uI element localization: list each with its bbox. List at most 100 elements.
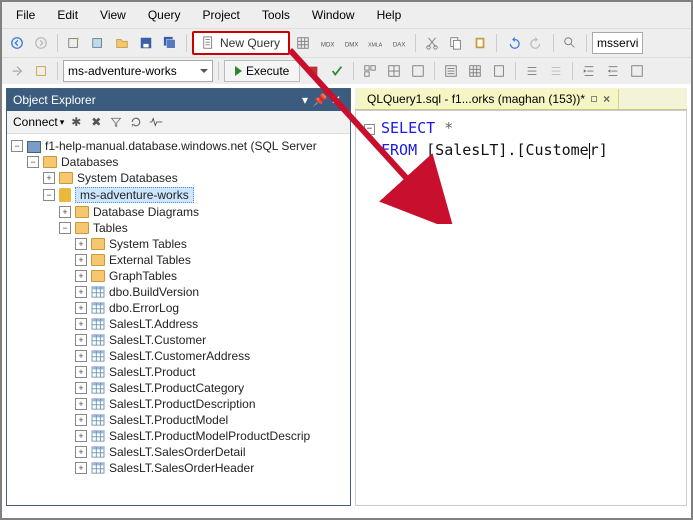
tree-system-databases-node[interactable]: + System Databases (7, 170, 350, 186)
results-to-file-icon[interactable] (488, 60, 510, 82)
menu-tools[interactable]: Tools (252, 4, 300, 26)
tree-table-node[interactable]: +SalesLT.Customer (7, 332, 350, 348)
save-all-icon[interactable] (159, 32, 181, 54)
tree-databases-node[interactable]: − Databases (7, 154, 350, 170)
tree-table-node[interactable]: +SalesLT.Product (7, 364, 350, 380)
expand-icon[interactable]: + (75, 414, 87, 426)
expand-icon[interactable]: + (75, 462, 87, 474)
new-solution-icon[interactable] (63, 32, 85, 54)
xmla-query-icon[interactable]: XMLA (364, 32, 386, 54)
parse-icon[interactable] (326, 60, 348, 82)
comment-icon[interactable] (521, 60, 543, 82)
menu-edit[interactable]: Edit (47, 4, 88, 26)
sql-server-combo[interactable]: msservi (592, 32, 643, 54)
dmx-query-icon[interactable]: DMX (340, 32, 362, 54)
change-connection-icon[interactable] (30, 60, 52, 82)
tree-graph-tables-node[interactable]: + GraphTables (7, 268, 350, 284)
expand-icon[interactable]: + (75, 382, 87, 394)
menu-project[interactable]: Project (193, 4, 250, 26)
nav-back-icon[interactable] (6, 32, 28, 54)
include-stats-icon[interactable] (407, 60, 429, 82)
disconnect-icon[interactable]: ✱ (68, 114, 84, 130)
menu-file[interactable]: File (6, 4, 45, 26)
tree-table-node[interactable]: +SalesLT.SalesOrderDetail (7, 444, 350, 460)
sql-editor[interactable]: −SELECT * FROM [SalesLT].[Customer] (355, 110, 687, 506)
expand-icon[interactable]: + (75, 334, 87, 346)
collapse-icon[interactable]: − (27, 156, 39, 168)
expand-icon[interactable]: + (75, 318, 87, 330)
tree-selected-db-node[interactable]: − ms-adventure-works (7, 186, 350, 204)
menu-help[interactable]: Help (367, 4, 412, 26)
tree-table-node[interactable]: +SalesLT.CustomerAddress (7, 348, 350, 364)
tree-external-tables-node[interactable]: + External Tables (7, 252, 350, 268)
collapse-icon[interactable]: − (43, 189, 55, 201)
filter-icon[interactable] (108, 114, 124, 130)
tree-server-node[interactable]: − f1-help-manual.database.windows.net (S… (7, 138, 350, 154)
include-plan-icon[interactable] (383, 60, 405, 82)
object-explorer-tree[interactable]: − f1-help-manual.database.windows.net (S… (7, 134, 350, 505)
uncomment-icon[interactable] (545, 60, 567, 82)
results-to-grid-icon[interactable] (464, 60, 486, 82)
dax-query-icon[interactable]: DAX (388, 32, 410, 54)
menu-query[interactable]: Query (138, 4, 191, 26)
expand-icon[interactable]: + (75, 254, 87, 266)
copy-icon[interactable] (445, 32, 467, 54)
tree-system-tables-node[interactable]: + System Tables (7, 236, 350, 252)
database-engine-query-icon[interactable] (292, 32, 314, 54)
connect-dropdown[interactable]: Connect ▾ (13, 115, 64, 129)
expand-icon[interactable]: + (75, 398, 87, 410)
new-query-button[interactable]: New Query (192, 31, 290, 55)
collapse-icon[interactable]: − (59, 222, 71, 234)
editor-tab-active[interactable]: QLQuery1.sql - f1...orks (maghan (153))*… (359, 89, 619, 109)
specify-values-icon[interactable] (626, 60, 648, 82)
expand-icon[interactable]: + (75, 350, 87, 362)
refresh-icon[interactable] (128, 114, 144, 130)
tree-db-diagrams-node[interactable]: + Database Diagrams (7, 204, 350, 220)
activity-monitor-icon[interactable] (148, 114, 164, 130)
display-plan-icon[interactable] (359, 60, 381, 82)
close-icon[interactable]: ✕ (328, 92, 344, 108)
menu-window[interactable]: Window (302, 4, 365, 26)
expand-icon[interactable]: + (59, 206, 71, 218)
find-icon[interactable] (559, 32, 581, 54)
use-icon[interactable] (6, 60, 28, 82)
open-icon[interactable] (111, 32, 133, 54)
tree-table-node[interactable]: +SalesLT.ProductCategory (7, 380, 350, 396)
expand-icon[interactable]: + (75, 446, 87, 458)
expand-icon[interactable]: + (43, 172, 55, 184)
tree-tables-node[interactable]: − Tables (7, 220, 350, 236)
indent-icon[interactable] (578, 60, 600, 82)
expand-icon[interactable]: + (75, 270, 87, 282)
results-to-text-icon[interactable] (440, 60, 462, 82)
tree-table-node[interactable]: +dbo.ErrorLog (7, 300, 350, 316)
new-project-icon[interactable] (87, 32, 109, 54)
pin-icon[interactable]: 📌 (312, 92, 328, 108)
nav-forward-icon[interactable] (30, 32, 52, 54)
window-position-icon[interactable]: ▾ (298, 93, 312, 107)
collapse-icon[interactable]: − (11, 140, 23, 152)
menu-view[interactable]: View (90, 4, 136, 26)
expand-icon[interactable]: + (75, 286, 87, 298)
tree-table-node[interactable]: +SalesLT.Address (7, 316, 350, 332)
code-outline-toggle[interactable]: − (364, 124, 375, 135)
execute-button[interactable]: Execute (224, 60, 300, 82)
database-combo[interactable]: ms-adventure-works (63, 60, 213, 82)
expand-icon[interactable]: + (75, 238, 87, 250)
close-tab-icon[interactable]: × (603, 92, 610, 106)
tree-table-node[interactable]: +SalesLT.ProductDescription (7, 396, 350, 412)
paste-icon[interactable] (469, 32, 491, 54)
mdx-query-icon[interactable]: MDX (316, 32, 338, 54)
expand-icon[interactable]: + (75, 302, 87, 314)
stop-icon[interactable] (302, 60, 324, 82)
expand-icon[interactable]: + (75, 366, 87, 378)
pin-tab-icon[interactable] (591, 96, 597, 102)
redo-icon[interactable] (526, 32, 548, 54)
expand-icon[interactable]: + (75, 430, 87, 442)
tree-table-node[interactable]: +SalesLT.SalesOrderHeader (7, 460, 350, 476)
tree-table-node[interactable]: +SalesLT.ProductModelProductDescrip (7, 428, 350, 444)
cut-icon[interactable] (421, 32, 443, 54)
tree-table-node[interactable]: +dbo.BuildVersion (7, 284, 350, 300)
stop-icon[interactable]: ✖ (88, 114, 104, 130)
outdent-icon[interactable] (602, 60, 624, 82)
tree-table-node[interactable]: +SalesLT.ProductModel (7, 412, 350, 428)
